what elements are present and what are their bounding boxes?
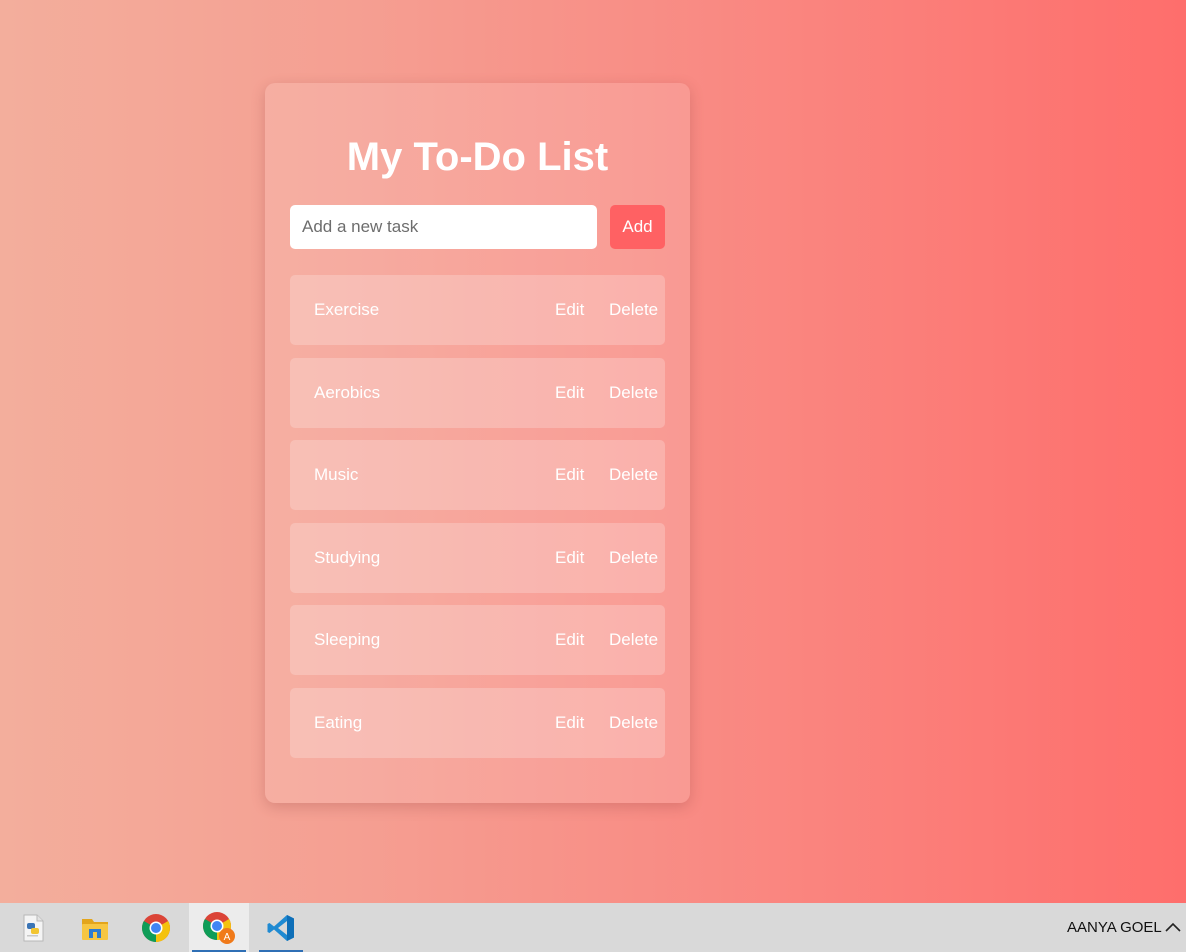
python-file-icon [23,914,44,941]
delete-task-button[interactable]: Delete [609,688,658,758]
task-item: Eating Edit Delete [290,687,665,758]
task-text: Aerobics [314,382,381,402]
page-title: My To-Do List [346,135,609,179]
app-background: My To-Do List Add Exercise Edit Delete A… [0,0,1186,903]
taskbar-app-file-explorer[interactable] [70,903,120,952]
task-item: Music Edit Delete [290,440,665,511]
delete-task-button[interactable]: Delete [609,440,658,510]
taskbar-app-vscode[interactable] [256,903,306,952]
todo-card: My To-Do List Add Exercise Edit Delete A… [265,83,690,803]
task-item: Studying Edit Delete [290,522,665,593]
task-text: Eating [314,712,363,732]
taskbar-app-chrome-profile[interactable]: A [189,903,249,952]
new-task-input[interactable] [290,205,597,249]
delete-task-button[interactable]: Delete [609,605,658,675]
taskbar-app-chrome[interactable] [131,903,181,952]
edit-task-button[interactable]: Edit [555,275,584,345]
chrome-profile-icon: A [203,911,235,944]
task-text: Exercise [314,300,380,319]
task-item: Aerobics Edit Delete [290,357,665,428]
edit-task-button[interactable]: Edit [555,358,584,428]
file-explorer-icon [82,918,108,940]
chevron-up-icon[interactable] [1163,918,1183,938]
taskbar-app-python[interactable] [8,903,58,952]
delete-task-button[interactable]: Delete [609,358,658,428]
add-task-button[interactable]: Add [610,205,665,249]
task-text: Studying [314,547,381,567]
edit-task-button[interactable]: Edit [555,440,584,510]
edit-task-button[interactable]: Edit [555,605,584,675]
task-item: Sleeping Edit Delete [290,605,665,676]
taskbar: A AANYA GOEL [0,903,1186,952]
delete-task-button[interactable]: Delete [609,275,658,345]
delete-task-button[interactable]: Delete [609,523,658,593]
task-item: Exercise Edit Delete [290,275,665,345]
svg-text:A: A [224,932,231,943]
edit-task-button[interactable]: Edit [555,688,584,758]
chrome-icon [142,913,170,942]
vscode-icon [267,914,294,941]
edit-task-button[interactable]: Edit [555,523,584,593]
user-name[interactable]: AANYA GOEL [1067,903,1162,952]
task-text: Music [314,465,359,485]
task-list: Exercise Edit Delete Aerobics Edit Delet… [290,275,665,771]
task-text: Sleeping [314,630,381,650]
